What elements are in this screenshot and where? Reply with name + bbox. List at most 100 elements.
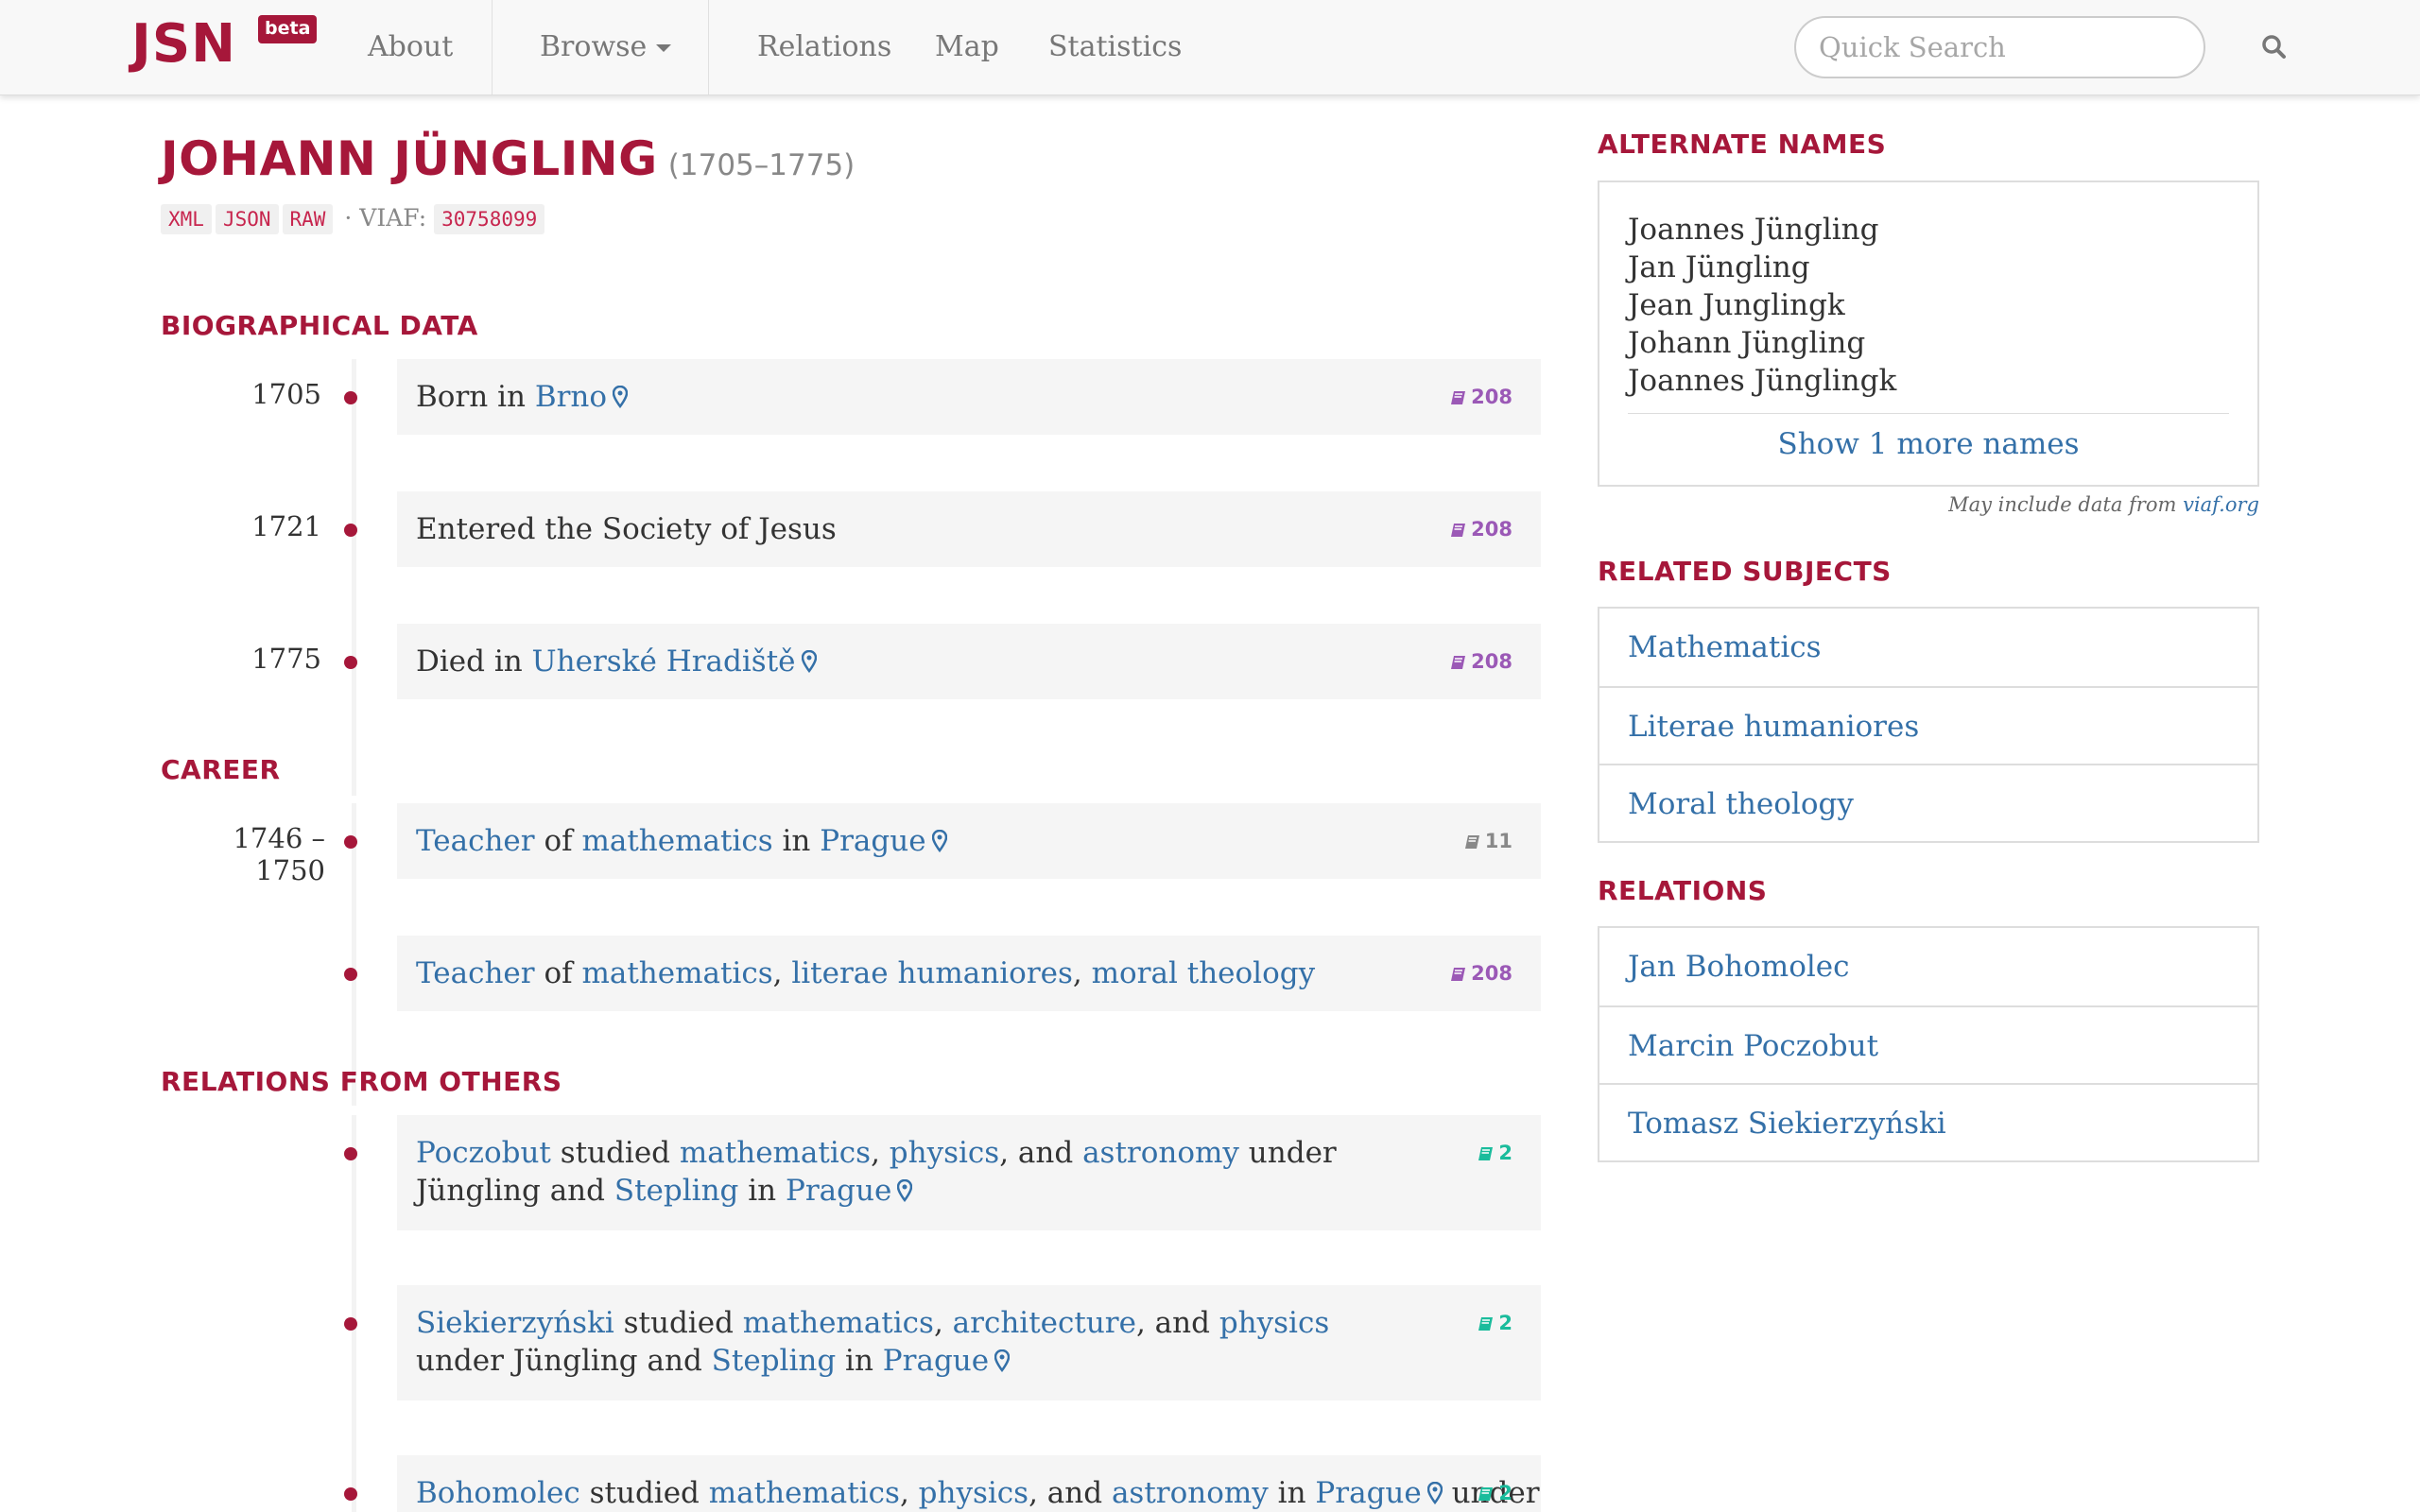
event-text: in — [836, 1344, 883, 1378]
source-ref[interactable]: 208 — [1450, 954, 1512, 992]
viaf-note-text: May include data from — [1948, 493, 2184, 516]
subject-link[interactable]: physics — [890, 1136, 999, 1170]
nav-browse-label[interactable]: Browse — [540, 30, 647, 63]
subject-link[interactable]: astronomy — [1112, 1476, 1269, 1510]
subject-link[interactable]: architecture — [953, 1306, 1136, 1340]
show-more-names-link[interactable]: Show 1 more names — [1628, 427, 2229, 461]
subject-link[interactable]: mathematics — [581, 956, 772, 990]
map-pin-icon[interactable] — [897, 1174, 913, 1211]
map-pin-icon[interactable] — [1426, 1476, 1443, 1512]
place-link[interactable]: Brno — [535, 380, 607, 414]
source-ref[interactable]: 208 — [1450, 510, 1512, 548]
source-ref-count[interactable]: 208 — [1471, 962, 1512, 985]
raw-link[interactable]: RAW — [282, 204, 334, 234]
related-subjects-title: RELATED SUBJECTS — [1598, 556, 1892, 587]
person-link[interactable]: Stepling — [712, 1344, 837, 1378]
source-ref[interactable]: 2 — [1478, 1134, 1512, 1172]
timeline-line — [352, 359, 356, 796]
event-text: of — [534, 956, 582, 990]
relations-list: Jan Bohomolec Marcin Poczobut Tomasz Sie… — [1598, 926, 2259, 1162]
subject-link[interactable]: moral theology — [1092, 956, 1316, 990]
source-ref-count[interactable]: 208 — [1471, 518, 1512, 541]
event-year: 1775 — [251, 643, 321, 675]
source-ref[interactable]: 11 — [1464, 822, 1512, 860]
subject-link[interactable]: mathematics — [709, 1476, 900, 1510]
viaf-link[interactable]: viaf.org — [2183, 493, 2259, 516]
event-text: in — [1268, 1476, 1316, 1510]
place-link[interactable]: Prague — [883, 1344, 989, 1378]
source-ref-count[interactable]: 2 — [1498, 1312, 1512, 1334]
subject-link[interactable]: physics — [1219, 1306, 1329, 1340]
nav-map[interactable]: Map — [935, 0, 999, 94]
subject-link[interactable]: Literae humaniores — [1599, 686, 2257, 764]
place-link[interactable]: Prague — [1315, 1476, 1421, 1510]
person-link[interactable]: Siekierzyński — [416, 1306, 614, 1340]
relation-person-link[interactable]: Jan Bohomolec — [1599, 928, 2257, 1005]
event-text: , and — [1028, 1476, 1112, 1510]
subject-link[interactable]: Mathematics — [1599, 609, 2257, 686]
role-link[interactable]: Teacher — [416, 956, 535, 990]
timeline-dot — [344, 524, 357, 537]
place-link[interactable]: Prague — [786, 1174, 891, 1208]
source-ref-count[interactable]: 11 — [1485, 830, 1512, 852]
source-ref-count[interactable]: 208 — [1471, 386, 1512, 408]
event-text: , — [933, 1306, 953, 1340]
subject-link[interactable]: mathematics — [743, 1306, 934, 1340]
related-subjects-list: Mathematics Literae humaniores Moral the… — [1598, 607, 2259, 843]
nav-relations[interactable]: Relations — [757, 0, 891, 94]
map-pin-icon[interactable] — [801, 644, 817, 682]
event-card: Teacher of mathematics, literae humanior… — [397, 936, 1541, 1011]
nav-about[interactable]: About — [368, 0, 453, 94]
nav-statistics[interactable]: Statistics — [1048, 0, 1182, 94]
alternate-name: Joannes Jüngling — [1628, 213, 1879, 247]
event-year: 1746 – 1750 — [233, 822, 325, 886]
source-ref-count[interactable]: 2 — [1498, 1142, 1512, 1164]
nav-browse[interactable]: Browse — [540, 0, 672, 94]
subject-link[interactable]: mathematics — [581, 824, 772, 858]
viaf-note: May include data from viaf.org — [1948, 493, 2259, 516]
source-ref[interactable]: 208 — [1450, 643, 1512, 680]
book-icon — [1478, 1147, 1494, 1160]
search-icon[interactable] — [2259, 32, 2290, 62]
source-ref-count[interactable]: 208 — [1471, 650, 1512, 673]
brand-text[interactable]: JSN — [131, 13, 236, 75]
person-link[interactable]: Stepling — [614, 1174, 739, 1208]
place-link[interactable]: Uherské Hradiště — [532, 644, 796, 679]
map-pin-icon[interactable] — [612, 380, 629, 418]
event-text: studied — [579, 1476, 709, 1510]
subject-link[interactable]: literae humaniores — [791, 956, 1073, 990]
role-link[interactable]: Teacher — [416, 824, 535, 858]
person-dates: (1705–1775) — [667, 148, 856, 182]
source-ref[interactable]: 2 — [1478, 1474, 1512, 1512]
person-link[interactable]: Poczobut — [416, 1136, 551, 1170]
source-ref[interactable]: 2 — [1478, 1304, 1512, 1342]
json-link[interactable]: JSON — [215, 204, 279, 234]
event-text: , — [1072, 956, 1092, 990]
page-title: JOHANN JÜNGLING (1705–1775) — [161, 131, 855, 186]
subject-link[interactable]: physics — [919, 1476, 1028, 1510]
relation-person-link[interactable]: Marcin Poczobut — [1599, 1005, 2257, 1083]
brand-logo[interactable]: JSN beta — [131, 13, 318, 75]
place-link[interactable]: Prague — [820, 824, 925, 858]
xml-link[interactable]: XML — [161, 204, 212, 234]
subject-link[interactable]: mathematics — [680, 1136, 871, 1170]
alternate-name: Johann Jüngling — [1628, 326, 1866, 360]
person-link[interactable]: Bohomolec — [416, 1476, 580, 1510]
source-ref-count[interactable]: 2 — [1498, 1482, 1512, 1504]
timeline-dot — [344, 968, 357, 981]
subject-link[interactable]: Moral theology — [1599, 764, 2257, 841]
map-pin-icon[interactable] — [931, 824, 947, 862]
timeline-dot — [344, 1147, 357, 1160]
relations-title: RELATIONS — [1598, 875, 1768, 906]
map-pin-icon[interactable] — [994, 1344, 1011, 1382]
quick-search-input[interactable] — [1794, 16, 2205, 78]
event-card: Teacher of mathematics in Prague 11 — [397, 803, 1541, 879]
relation-person-link[interactable]: Tomasz Siekierzyński — [1599, 1083, 2257, 1160]
event-text: of — [534, 824, 582, 858]
event-text: in — [738, 1174, 786, 1208]
timeline-line — [352, 803, 356, 1106]
viaf-id-link[interactable]: 30758099 — [434, 204, 545, 234]
relation-card: Siekierzyński studied mathematics, archi… — [397, 1285, 1541, 1400]
subject-link[interactable]: astronomy — [1082, 1136, 1239, 1170]
source-ref[interactable]: 208 — [1450, 378, 1512, 416]
